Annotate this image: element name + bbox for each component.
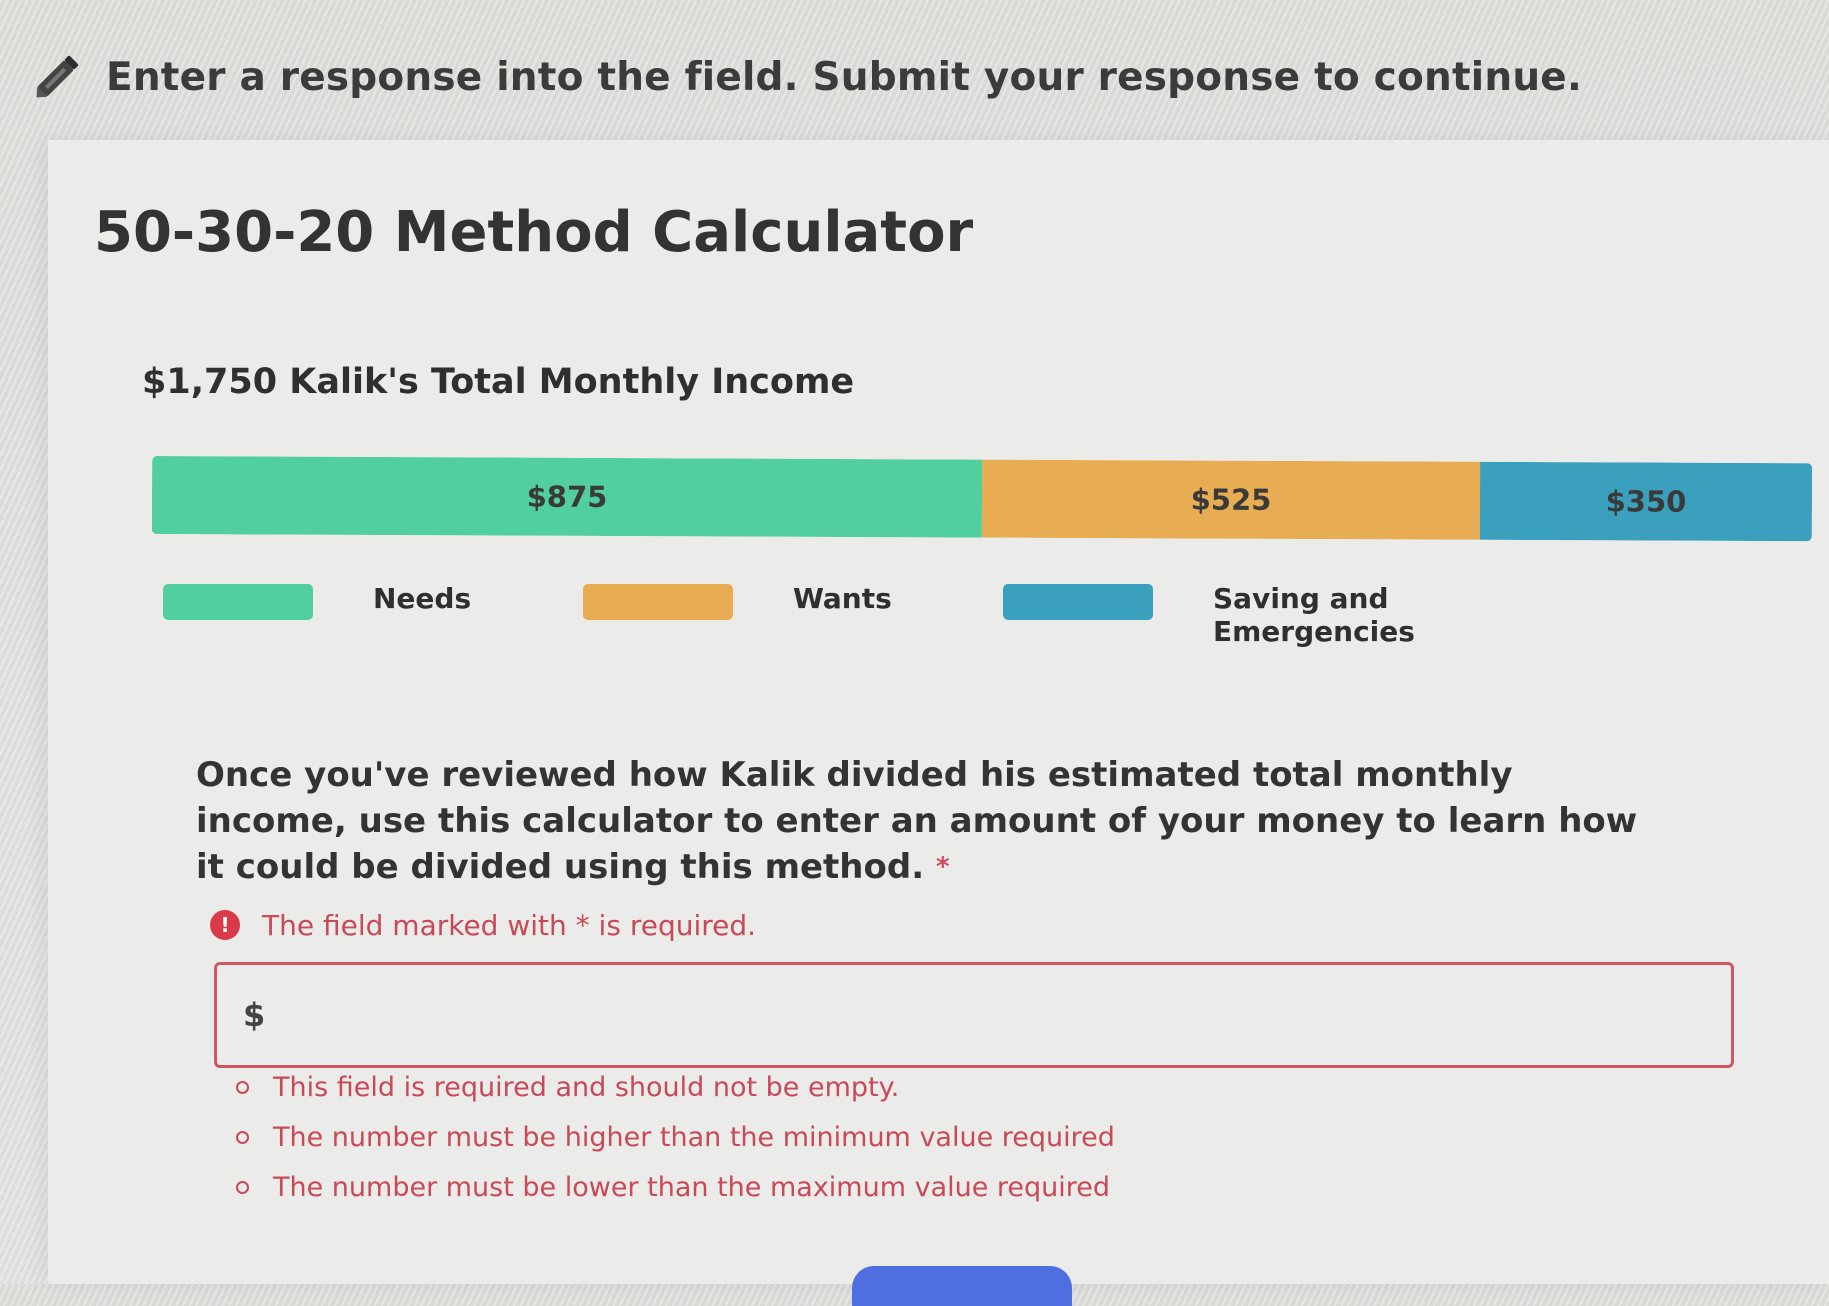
wants-swatch <box>583 584 733 620</box>
error-icon: ! <box>210 910 240 940</box>
savings-amount: $350 <box>1605 484 1687 519</box>
wants-legend-label: Wants <box>793 582 892 615</box>
instruction-text: Enter a response into the field. Submit … <box>106 54 1582 100</box>
legend: Needs Wants Saving and Emergencies <box>163 578 1563 648</box>
instruction-banner: Enter a response into the field. Submit … <box>28 42 1582 112</box>
bullet-icon <box>236 1180 249 1194</box>
required-note-text: The field marked with * is required. <box>262 908 757 942</box>
page-title: 50-30-20 Method Calculator <box>94 200 974 265</box>
wants-segment: $525 <box>981 459 1481 540</box>
question-prompt: Once you've reviewed how Kalik divided h… <box>196 752 1656 890</box>
error-text: This field is required and should not be… <box>273 1071 900 1103</box>
error-item: The number must be lower than the maximu… <box>236 1162 1115 1212</box>
savings-legend-label: Saving and Emergencies <box>1213 582 1415 648</box>
needs-legend-label: Needs <box>373 582 472 615</box>
error-text: The number must be higher than the minim… <box>273 1121 1115 1153</box>
amount-input[interactable] <box>279 984 1731 1046</box>
needs-swatch <box>163 584 313 620</box>
validation-error-list: This field is required and should not be… <box>236 1062 1115 1212</box>
question-text: Once you've reviewed how Kalik divided h… <box>196 755 1638 887</box>
required-star: * <box>935 852 950 882</box>
pencil-icon <box>36 55 79 98</box>
amount-field[interactable]: $ <box>214 962 1734 1068</box>
wants-amount: $525 <box>1190 482 1272 517</box>
needs-amount: $875 <box>526 479 608 514</box>
error-text: The number must be lower than the maximu… <box>273 1171 1111 1203</box>
total-income-label: $1,750 Kalik's Total Monthly Income <box>142 362 855 402</box>
needs-segment: $875 <box>151 456 983 538</box>
required-field-note: ! The field marked with * is required. <box>210 905 756 945</box>
submit-button[interactable] <box>852 1266 1072 1306</box>
savings-segment: $350 <box>1479 461 1813 542</box>
error-item: This field is required and should not be… <box>236 1062 1115 1112</box>
error-item: The number must be higher than the minim… <box>236 1112 1115 1162</box>
bullet-icon <box>236 1130 249 1144</box>
savings-swatch <box>1003 584 1153 620</box>
dollar-prefix: $ <box>243 996 266 1034</box>
budget-breakdown-bar: $875 $525 $350 <box>151 456 1813 542</box>
bullet-icon <box>236 1080 249 1094</box>
